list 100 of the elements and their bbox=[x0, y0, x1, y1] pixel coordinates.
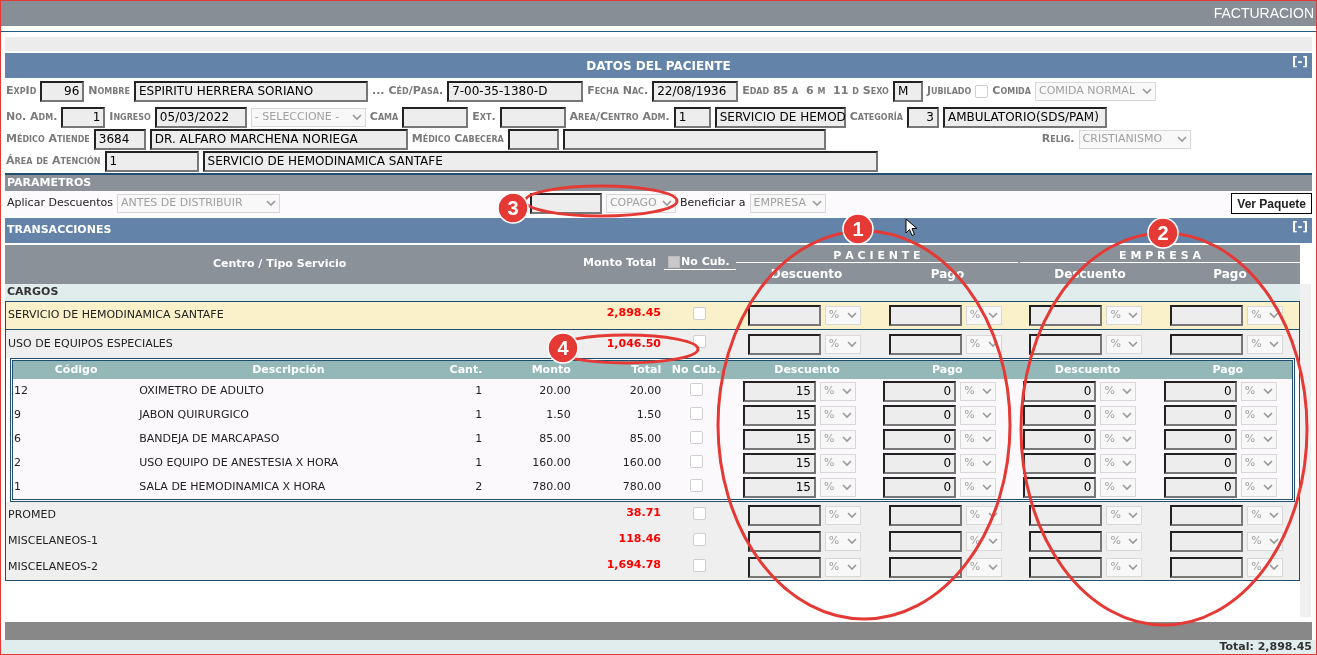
checkbox[interactable] bbox=[693, 533, 707, 546]
text-field[interactable]: 05/03/2022 bbox=[154, 106, 247, 128]
text-field[interactable] bbox=[402, 106, 469, 128]
text-field[interactable]: 1 bbox=[104, 150, 199, 172]
checkbox[interactable] bbox=[689, 406, 703, 420]
dropdown[interactable]: % bbox=[1106, 531, 1143, 551]
dropdown[interactable]: % bbox=[819, 477, 856, 497]
dropdown[interactable]: % bbox=[1240, 405, 1277, 425]
checkbox[interactable] bbox=[693, 559, 707, 572]
text-field[interactable]: 0 bbox=[1023, 380, 1097, 402]
text-field[interactable]: 0 bbox=[1163, 476, 1237, 498]
dropdown[interactable]: % bbox=[819, 453, 856, 473]
text-field[interactable]: 0 bbox=[1163, 404, 1237, 426]
table-row[interactable]: SERVICIO DE HEMODINAMICA SANTAFE 2,898.45 % % % % bbox=[6, 302, 1299, 330]
dropdown[interactable]: % bbox=[960, 477, 997, 497]
text-field[interactable]: 3 bbox=[907, 106, 939, 128]
dropdown[interactable]: COPAGO bbox=[605, 194, 676, 213]
checkbox[interactable] bbox=[975, 84, 989, 98]
checkbox[interactable] bbox=[689, 478, 703, 492]
text-field[interactable] bbox=[1029, 556, 1103, 578]
text-field[interactable] bbox=[1170, 556, 1244, 578]
text-field[interactable] bbox=[1029, 305, 1103, 326]
collapse-button[interactable]: [-] bbox=[1292, 53, 1312, 71]
dropdown[interactable]: % bbox=[1240, 453, 1277, 473]
dropdown[interactable]: % bbox=[1247, 334, 1284, 354]
text-field[interactable] bbox=[747, 530, 821, 552]
text-field[interactable]: 0 bbox=[883, 476, 957, 498]
text-field[interactable]: 0 bbox=[883, 380, 957, 402]
dropdown[interactable]: - SELECCIONE - bbox=[250, 107, 366, 127]
text-field[interactable] bbox=[1170, 504, 1244, 526]
text-field[interactable]: 15 bbox=[742, 428, 816, 450]
dropdown[interactable]: % bbox=[824, 557, 861, 577]
text-field[interactable]: 0 bbox=[1163, 380, 1237, 402]
checkbox[interactable] bbox=[689, 382, 703, 396]
text-field[interactable] bbox=[1170, 530, 1244, 552]
text-field[interactable] bbox=[1029, 333, 1103, 355]
dropdown[interactable]: % bbox=[1106, 334, 1143, 354]
dropdown[interactable]: % bbox=[1100, 381, 1137, 401]
dropdown[interactable]: % bbox=[1240, 429, 1277, 449]
text-field[interactable]: 96 bbox=[40, 80, 85, 102]
dropdown[interactable]: % bbox=[1106, 505, 1143, 525]
text-field[interactable]: 0 bbox=[1023, 428, 1097, 450]
text-field[interactable]: 0 bbox=[1023, 452, 1097, 474]
dropdown[interactable]: % bbox=[965, 557, 1002, 577]
ver-paquete-button[interactable]: Ver Paquete bbox=[1231, 193, 1312, 214]
text-field[interactable]: 0 bbox=[883, 428, 957, 450]
text-field[interactable] bbox=[1170, 305, 1244, 326]
dropdown[interactable]: % bbox=[1247, 306, 1284, 325]
text-field[interactable]: 0 bbox=[1023, 404, 1097, 426]
dropdown[interactable]: % bbox=[1247, 531, 1284, 551]
text-field[interactable] bbox=[562, 128, 826, 150]
checkbox[interactable] bbox=[668, 256, 681, 268]
text-field[interactable]: 1 bbox=[673, 106, 711, 128]
checkbox[interactable] bbox=[689, 454, 703, 468]
text-field[interactable] bbox=[888, 504, 962, 526]
text-field[interactable]: 22/08/1936 bbox=[652, 80, 739, 102]
text-field[interactable]: SERVICIO DE HEMOD bbox=[714, 106, 846, 128]
dropdown[interactable]: % bbox=[1100, 429, 1137, 449]
text-field[interactable]: ESPIRITU HERRERA SORIANO bbox=[134, 80, 368, 102]
text-field[interactable]: 0 bbox=[883, 404, 957, 426]
table-row[interactable]: MISCELANEOS-2 1,694.78 % % % % bbox=[6, 554, 1299, 580]
text-field[interactable] bbox=[499, 106, 566, 128]
table-row[interactable]: MISCELANEOS-1 118.46 % % % % bbox=[6, 528, 1299, 554]
dropdown[interactable]: % bbox=[819, 405, 856, 425]
detail-row[interactable]: 9 JABON QUIRURGICO 1 1.50 1.50 15 % 0 % 0 % 0 % bbox=[13, 403, 1292, 427]
text-field[interactable] bbox=[888, 333, 962, 355]
dropdown[interactable]: % bbox=[1106, 306, 1143, 325]
text-field[interactable]: 7-00-35-1380-D bbox=[447, 80, 584, 102]
dropdown[interactable]: % bbox=[960, 453, 997, 473]
dropdown[interactable]: % bbox=[824, 505, 861, 525]
dropdown[interactable]: % bbox=[824, 306, 861, 325]
dropdown[interactable]: % bbox=[1247, 505, 1284, 525]
text-field[interactable]: 3684 bbox=[93, 128, 146, 150]
text-field[interactable]: 0 bbox=[1023, 476, 1097, 498]
text-field[interactable] bbox=[888, 305, 962, 326]
text-field[interactable]: 1 bbox=[61, 106, 106, 128]
detail-row[interactable]: 6 BANDEJA DE MARCAPASO 1 85.00 85.00 15 % 0 % 0 % 0 % bbox=[13, 427, 1292, 451]
text-field[interactable] bbox=[507, 128, 559, 150]
dropdown[interactable]: % bbox=[1240, 477, 1277, 497]
text-field[interactable] bbox=[888, 530, 962, 552]
text-field[interactable]: 0 bbox=[883, 452, 957, 474]
text-field[interactable] bbox=[888, 556, 962, 578]
dropdown[interactable]: ANTES DE DISTRIBUIR bbox=[116, 194, 280, 213]
text-field[interactable]: 0 bbox=[1163, 452, 1237, 474]
text-field[interactable]: 15 bbox=[742, 404, 816, 426]
dropdown[interactable]: COMIDA NORMAL bbox=[1034, 81, 1156, 101]
text-field[interactable] bbox=[1170, 333, 1244, 355]
dropdown[interactable]: % bbox=[819, 381, 856, 401]
checkbox[interactable] bbox=[693, 507, 707, 520]
text-field[interactable]: M bbox=[892, 80, 923, 102]
dropdown[interactable]: % bbox=[965, 306, 1002, 325]
text-field[interactable]: SERVICIO DE HEMODINAMICA SANTAFE bbox=[202, 150, 878, 172]
scrollbar-track[interactable] bbox=[1300, 284, 1311, 617]
text-field[interactable]: AMBULATORIO(SDS/PAM) bbox=[943, 106, 1107, 128]
dropdown[interactable]: % bbox=[1100, 453, 1137, 473]
dropdown[interactable]: % bbox=[965, 505, 1002, 525]
text-field[interactable]: DR. ALFARO MARCHENA NORIEGA bbox=[149, 128, 408, 150]
dropdown[interactable]: % bbox=[1240, 381, 1277, 401]
dropdown[interactable]: % bbox=[824, 334, 861, 354]
text-field[interactable] bbox=[747, 504, 821, 526]
